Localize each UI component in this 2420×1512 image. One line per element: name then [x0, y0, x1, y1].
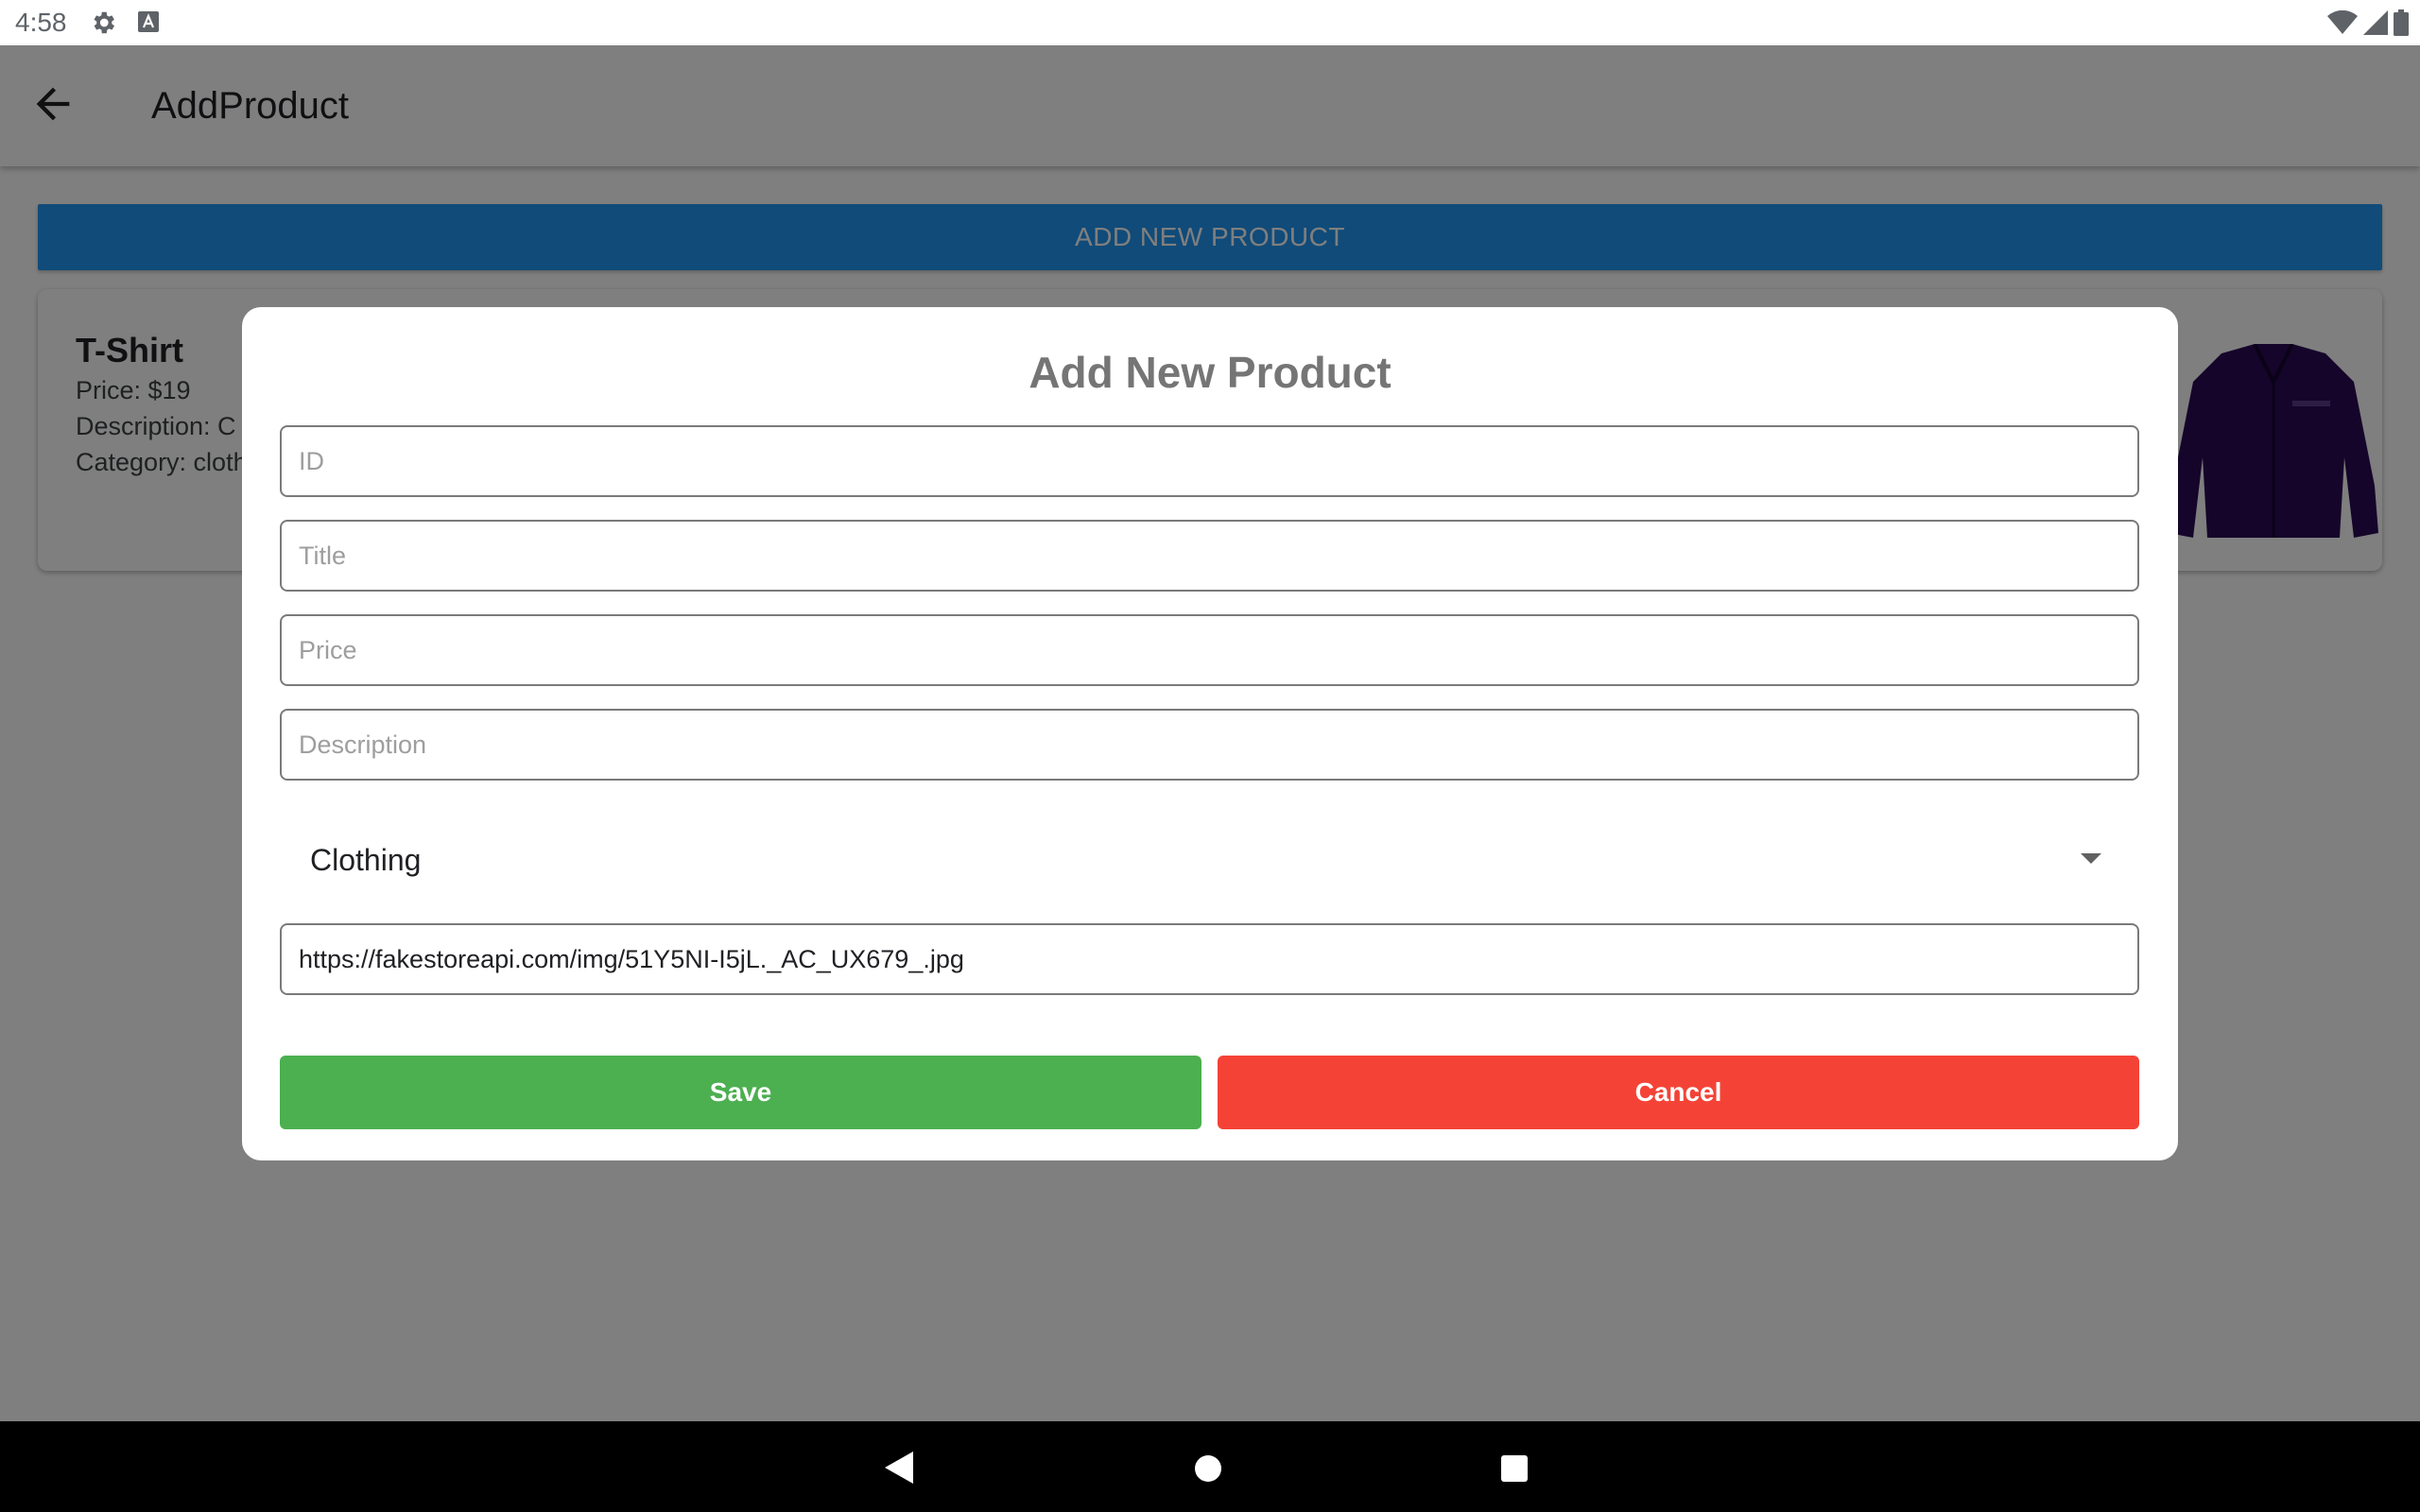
add-product-dialog: Add New Product Clothing Save Cancel: [242, 307, 2178, 1160]
id-input[interactable]: [280, 425, 2139, 497]
dialog-title: Add New Product: [1028, 348, 1392, 397]
wifi-icon: [2327, 10, 2358, 34]
cancel-button[interactable]: Cancel: [1218, 1056, 2139, 1129]
nav-home-icon[interactable]: [1195, 1455, 1221, 1482]
title-input[interactable]: [280, 520, 2139, 592]
nav-back-icon[interactable]: [885, 1452, 913, 1484]
a-keyboard-icon: [138, 11, 159, 32]
nav-recents-icon[interactable]: [1501, 1455, 1528, 1482]
image-url-input[interactable]: [280, 923, 2139, 995]
signal-icon: [2363, 10, 2388, 35]
status-right-icons: [2327, 9, 2409, 36]
status-bar: 4:58: [0, 0, 2420, 45]
description-input[interactable]: [280, 709, 2139, 781]
status-time: 4:58: [15, 8, 67, 37]
category-dropdown[interactable]: Clothing: [280, 817, 2139, 902]
battery-icon: [2394, 9, 2409, 36]
chevron-down-icon: [2081, 853, 2101, 864]
price-input[interactable]: [280, 614, 2139, 686]
gear-icon: [94, 11, 114, 34]
category-selected: Clothing: [310, 842, 422, 877]
save-button[interactable]: Save: [280, 1056, 1201, 1129]
system-nav-bar: [0, 1421, 2420, 1512]
